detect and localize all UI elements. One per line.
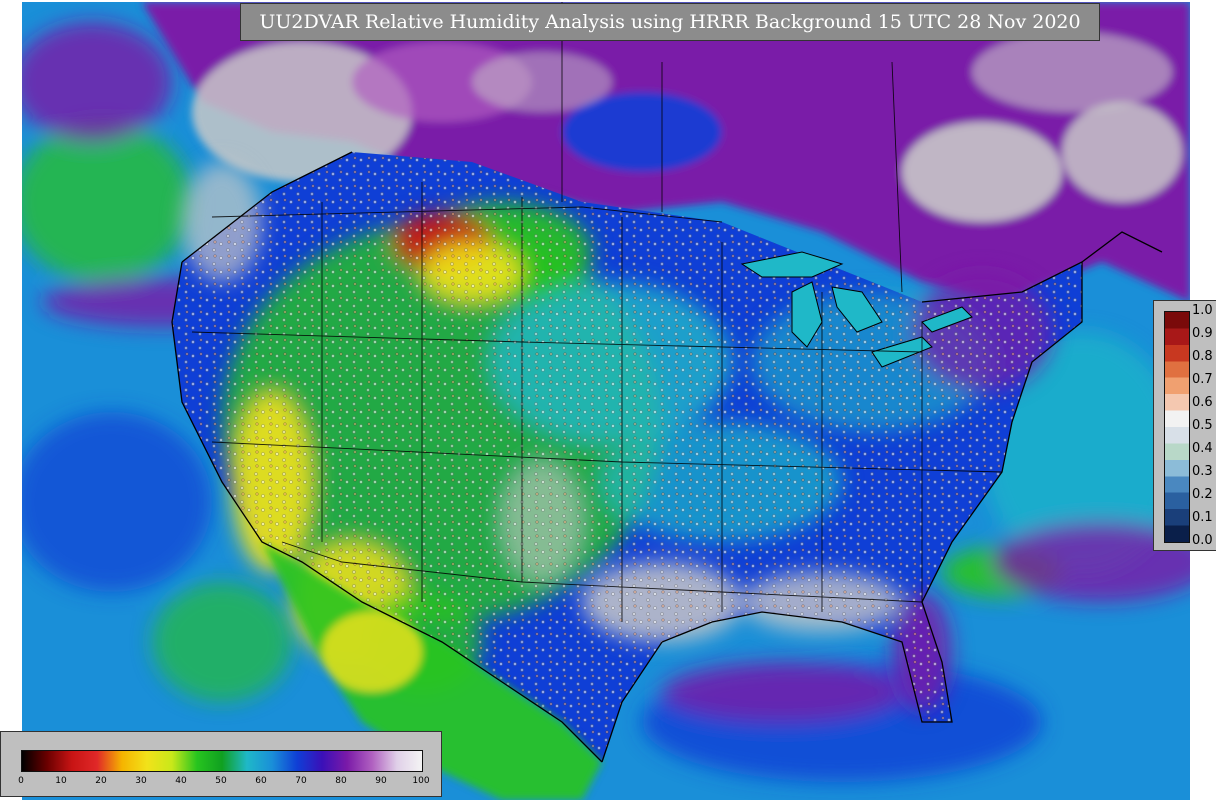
rh-tick: 80 [335, 776, 347, 786]
increment-tick: 1.0 [1192, 303, 1213, 318]
increment-tick: 0.4 [1192, 441, 1213, 456]
rh-map [22, 2, 1190, 800]
rh-tick: 60 [255, 776, 267, 786]
rh-tick: 70 [295, 776, 307, 786]
increment-tick: 0.6 [1192, 395, 1213, 410]
rh-tick: 40 [175, 776, 187, 786]
rh-tick: 90 [375, 776, 387, 786]
increment-tick: 0.8 [1192, 349, 1213, 364]
increment-tick: 0.0 [1192, 533, 1213, 548]
rh-tick: 20 [95, 776, 107, 786]
rh-tick: 30 [135, 776, 147, 786]
rh-map-svg [22, 2, 1190, 800]
increment-tick: 0.7 [1192, 372, 1213, 387]
increment-tick: 0.1 [1192, 510, 1213, 525]
rh-tick: 100 [412, 776, 430, 786]
map-title: UU2DVAR Relative Humidity Analysis using… [259, 11, 1081, 33]
rh-tick: 50 [215, 776, 227, 786]
rh-tick: 10 [55, 776, 67, 786]
increment-tick: 0.5 [1192, 418, 1213, 433]
rh-colorbar-gradient [21, 750, 423, 772]
increment-colorbar-gradient [1164, 311, 1190, 543]
rh-colorbar: 0 10 20 30 40 50 60 70 80 90 100 [0, 731, 442, 797]
rh-tick: 0 [18, 776, 24, 786]
increment-tick: 0.3 [1192, 464, 1213, 479]
map-title-box: UU2DVAR Relative Humidity Analysis using… [240, 3, 1100, 41]
increment-tick: 0.9 [1192, 326, 1213, 341]
increment-colorbar: 1.0 0.9 0.8 0.7 0.6 0.5 0.4 0.3 0.2 0.1 … [1153, 300, 1216, 551]
increment-tick: 0.2 [1192, 487, 1213, 502]
